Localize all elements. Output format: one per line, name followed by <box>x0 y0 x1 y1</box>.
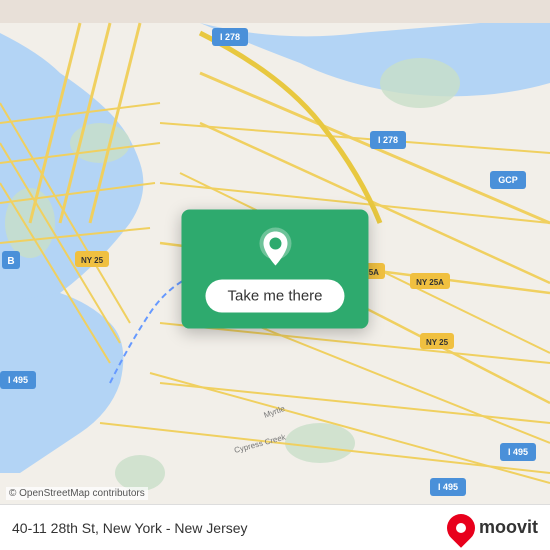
svg-text:NY 25A: NY 25A <box>416 278 444 287</box>
moovit-logo-icon <box>441 508 481 548</box>
attribution-text: © OpenStreetMap contributors <box>9 488 145 499</box>
address-label: 40-11 28th St, New York - New Jersey <box>12 520 248 536</box>
svg-text:B: B <box>7 256 14 267</box>
svg-text:I 278: I 278 <box>378 135 398 145</box>
bottom-bar: 40-11 28th St, New York - New Jersey moo… <box>0 504 550 550</box>
map-attribution: © OpenStreetMap contributors <box>6 487 148 500</box>
svg-text:NY 25: NY 25 <box>426 338 449 347</box>
moovit-logo: moovit <box>447 514 538 542</box>
svg-text:GCP: GCP <box>498 175 518 185</box>
location-pin-icon <box>253 226 297 270</box>
svg-text:I 278: I 278 <box>220 32 240 42</box>
svg-text:I 495: I 495 <box>8 375 28 385</box>
moovit-logo-text: moovit <box>479 517 538 538</box>
svg-text:I 495: I 495 <box>508 447 528 457</box>
map-container: I 278 I 278 NY 25 NY 25 NY 25A NY 25A NY… <box>0 0 550 550</box>
take-me-there-button[interactable]: Take me there <box>205 280 344 313</box>
svg-text:NY 25: NY 25 <box>81 256 104 265</box>
take-me-there-card: Take me there <box>181 210 368 329</box>
svg-text:I 495: I 495 <box>438 482 458 492</box>
